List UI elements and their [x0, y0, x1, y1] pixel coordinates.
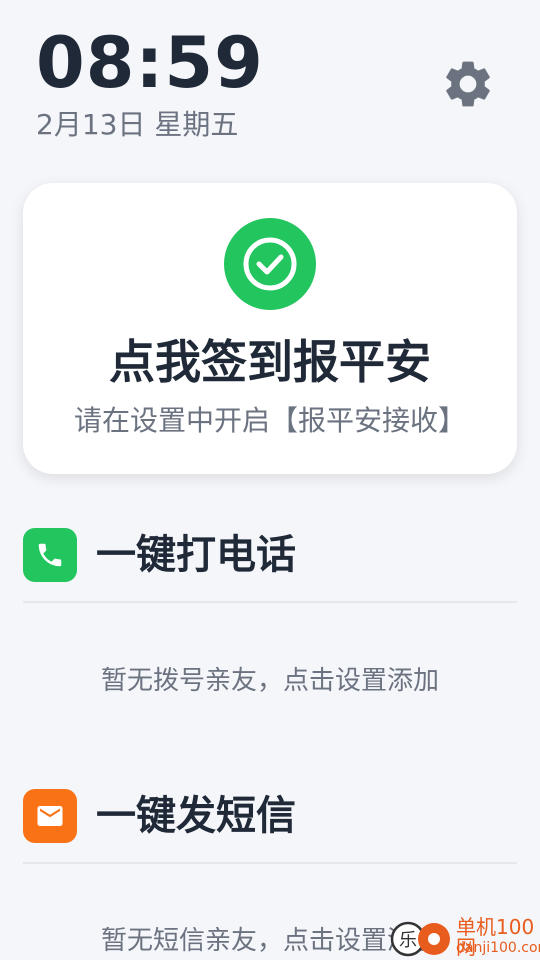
call-empty-hint[interactable]: 暂无拨号亲友，点击设置添加: [0, 666, 540, 697]
gear-icon: [446, 61, 490, 107]
clock-time: 08:59: [36, 22, 264, 104]
clock-date: 2月13日 星期五: [36, 108, 239, 141]
svg-text:乐: 乐: [399, 930, 417, 951]
watermark: 乐 单机100网 danji100.com: [388, 913, 540, 960]
checkin-card[interactable]: 点我签到报平安 请在设置中开启【报平安接收】: [23, 183, 517, 474]
call-section-title: 一键打电话: [96, 532, 296, 578]
home-screen: 08:59 2月13日 星期五 点我签到报平安 请在设置中开启【报平安接收】 一…: [0, 0, 540, 960]
settings-button[interactable]: [440, 56, 496, 112]
phone-icon: [23, 528, 77, 582]
sms-section-header: 一键发短信: [23, 789, 517, 847]
checkin-title: 点我签到报平安: [109, 335, 431, 389]
sms-section-title: 一键发短信: [96, 793, 296, 839]
sms-section-divider: [23, 862, 517, 864]
call-section-divider: [23, 601, 517, 603]
call-section-header: 一键打电话: [23, 528, 517, 586]
watermark-logo: 乐: [390, 921, 450, 957]
mail-icon: [23, 789, 77, 843]
watermark-url: danji100.com: [456, 940, 540, 956]
checkin-subtitle: 请在设置中开启【报平安接收】: [73, 404, 466, 437]
check-circle-icon: [224, 218, 316, 310]
